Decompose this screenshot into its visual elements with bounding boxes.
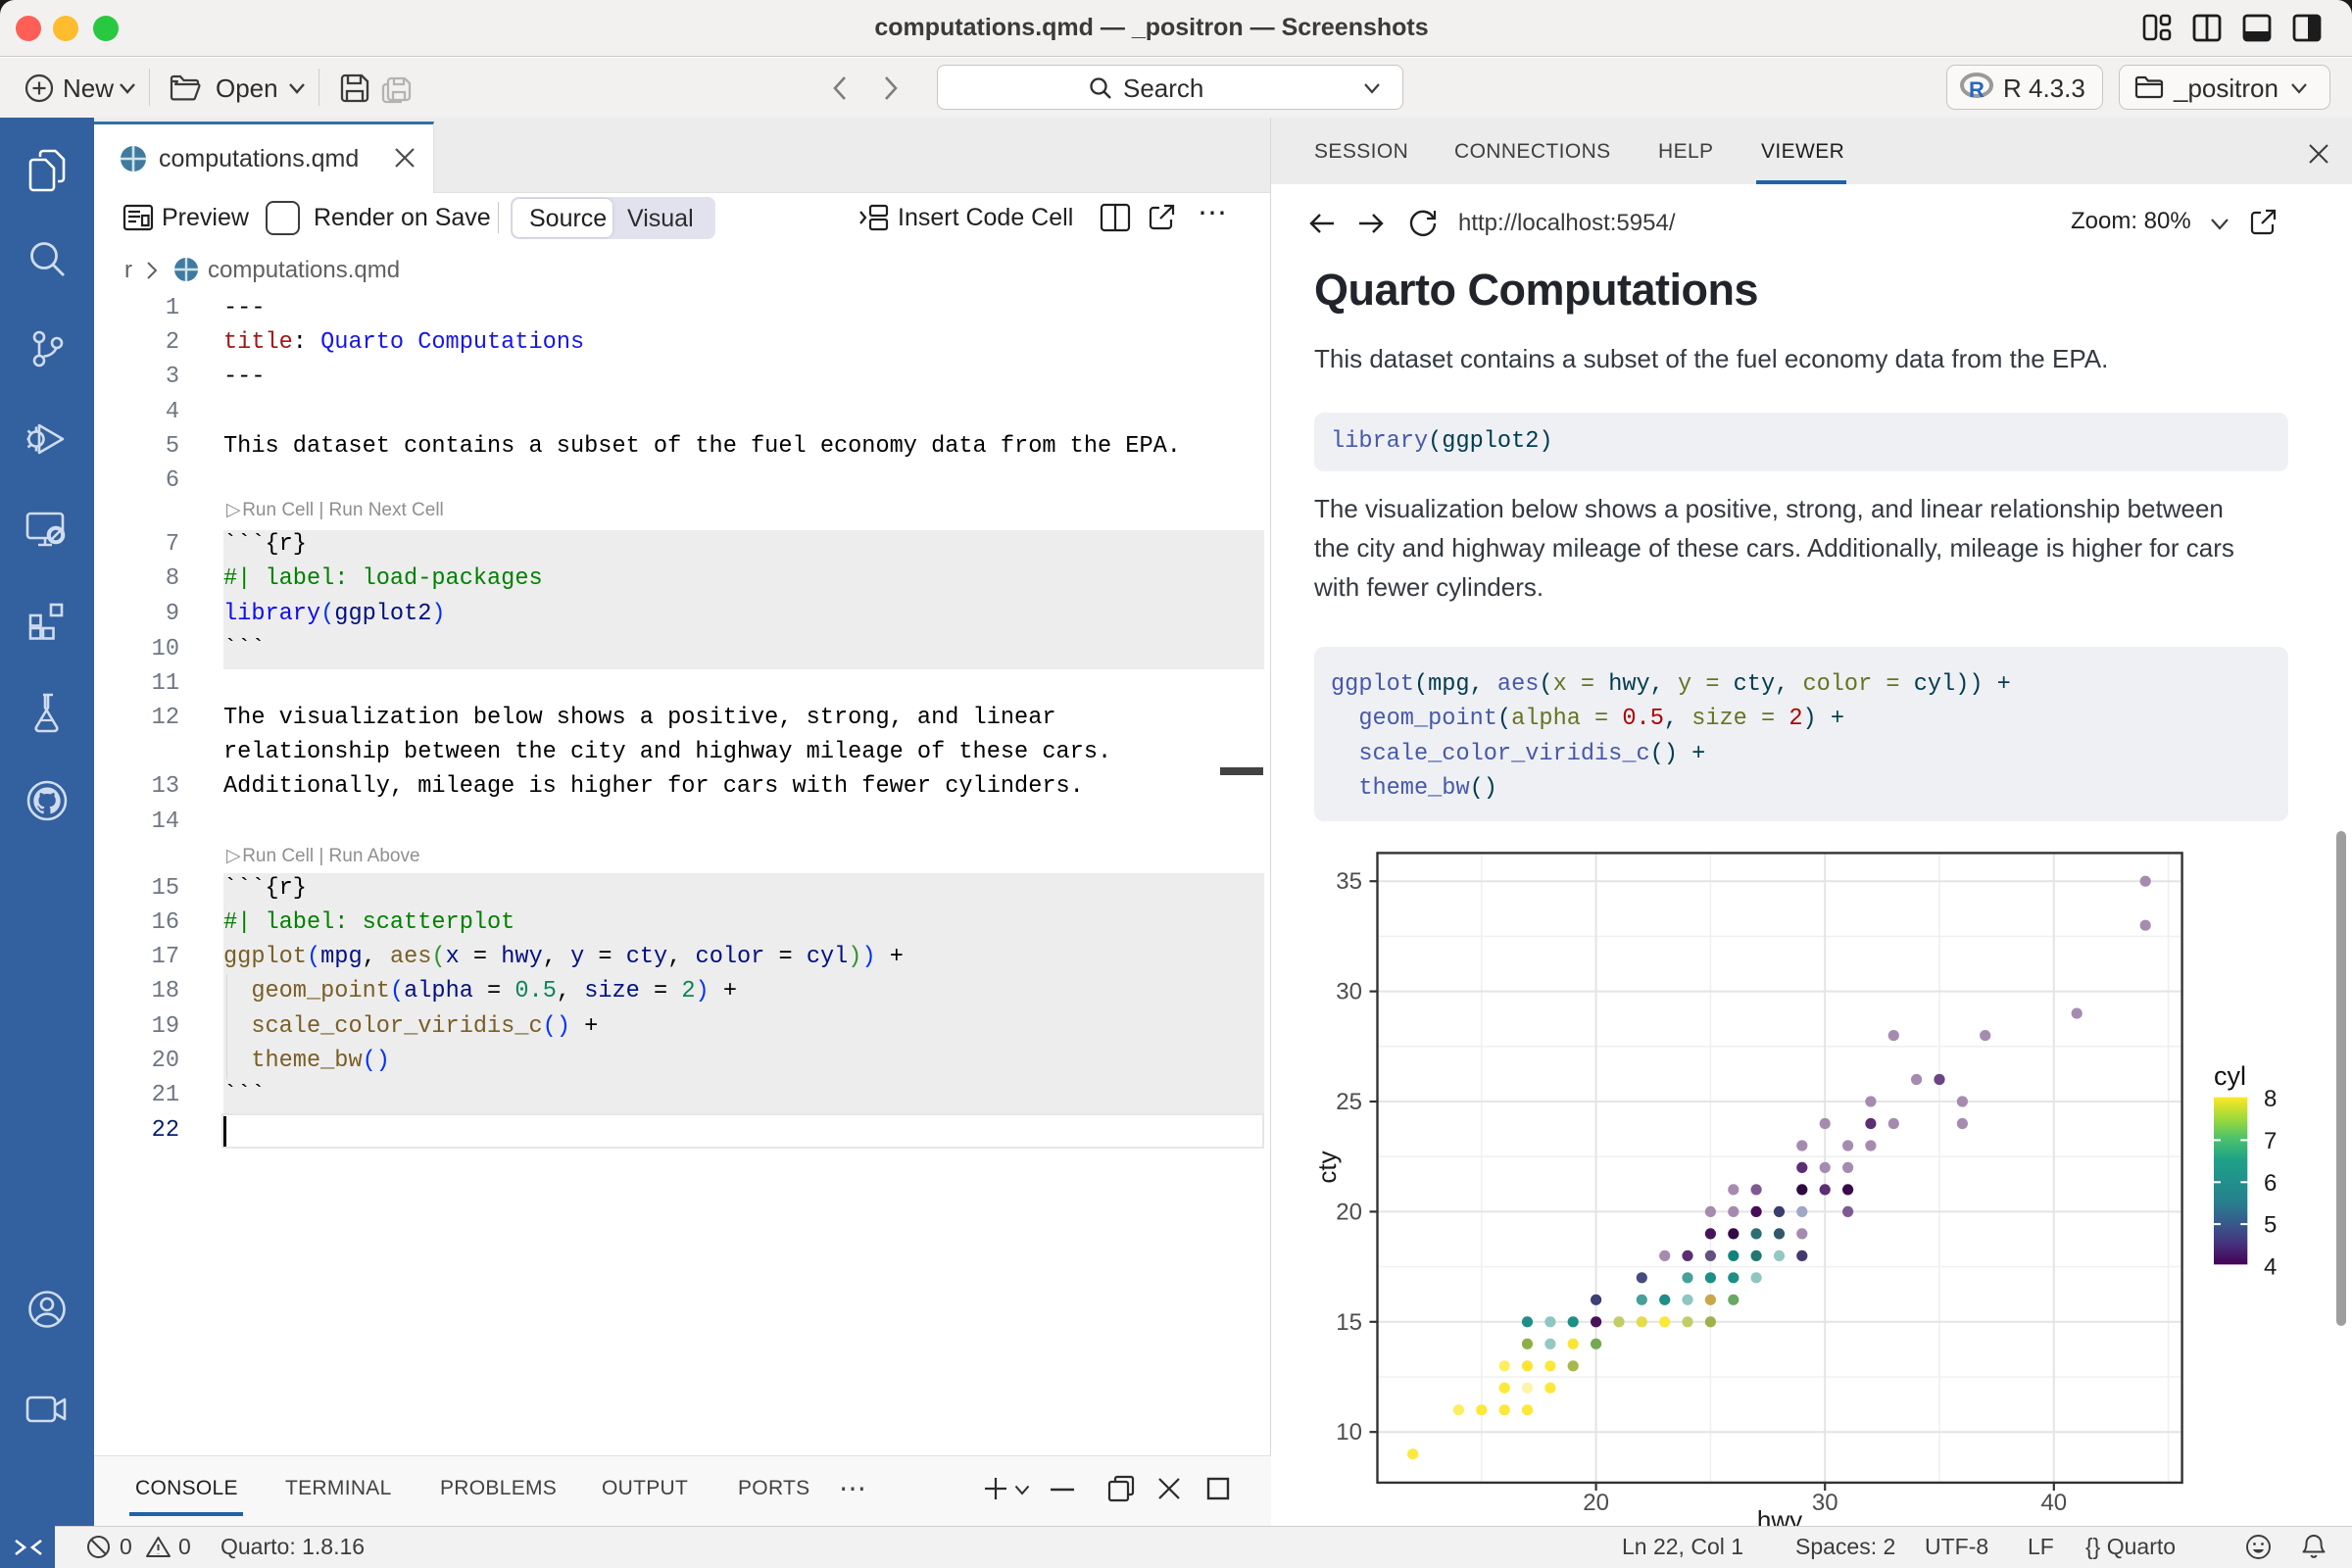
svg-text:20: 20 xyxy=(1583,1490,1609,1516)
svg-text:cyl: cyl xyxy=(2214,1061,2246,1091)
svg-text:hwy: hwy xyxy=(1757,1505,1802,1526)
svg-text:8: 8 xyxy=(2264,1086,2277,1112)
svg-text:15: 15 xyxy=(1336,1309,1362,1336)
svg-text:35: 35 xyxy=(1336,868,1362,895)
svg-text:7: 7 xyxy=(2264,1128,2277,1154)
svg-text:cty: cty xyxy=(1312,1151,1342,1183)
svg-text:20: 20 xyxy=(1336,1199,1362,1225)
svg-text:30: 30 xyxy=(1336,979,1362,1005)
svg-text:4: 4 xyxy=(2264,1254,2277,1281)
svg-text:10: 10 xyxy=(1336,1419,1362,1446)
svg-text:R: R xyxy=(1969,77,1984,102)
svg-text:5: 5 xyxy=(2264,1212,2277,1239)
svg-text:25: 25 xyxy=(1336,1089,1362,1115)
svg-text:40: 40 xyxy=(2040,1490,2067,1516)
svg-text:30: 30 xyxy=(1812,1490,1838,1516)
svg-text:6: 6 xyxy=(2264,1170,2277,1197)
